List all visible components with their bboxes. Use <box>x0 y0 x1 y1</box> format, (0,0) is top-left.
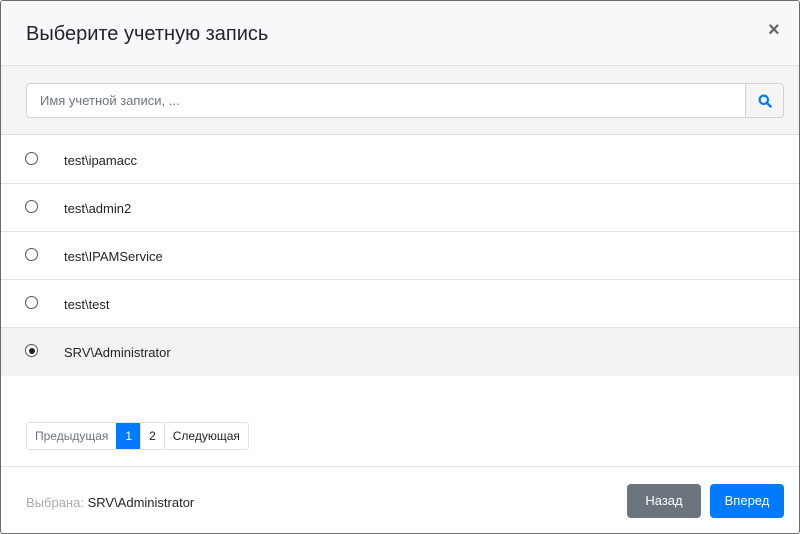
radio-button[interactable] <box>25 248 38 261</box>
search-input[interactable] <box>26 83 746 118</box>
radio-button[interactable] <box>25 296 38 309</box>
account-list: test\ipamacc test\admin2 test\IPAMServic… <box>1 136 799 376</box>
search-bar <box>1 66 799 135</box>
search-button[interactable] <box>745 83 784 118</box>
radio-button[interactable] <box>25 200 38 213</box>
account-label: test\admin2 <box>64 201 132 216</box>
account-row-selected[interactable]: SRV\Administrator <box>1 328 799 376</box>
radio-button[interactable] <box>25 152 38 165</box>
account-label: test\ipamacc <box>64 153 137 168</box>
back-button[interactable]: Назад <box>627 484 701 518</box>
account-row[interactable]: test\admin2 <box>1 184 799 232</box>
pagination: Предыдущая 1 2 Следующая <box>26 422 249 450</box>
account-row[interactable]: test\ipamacc <box>1 136 799 184</box>
pagination-page-1[interactable]: 1 <box>116 423 141 449</box>
selected-label: Выбрана: <box>26 495 84 510</box>
dialog-header: Выберите учетную запись × <box>1 1 799 66</box>
account-label: test\IPAMService <box>64 249 163 264</box>
dialog-title: Выберите учетную запись <box>26 23 269 45</box>
search-icon <box>758 94 772 108</box>
pagination-prev[interactable]: Предыдущая <box>27 423 116 449</box>
pagination-next[interactable]: Следующая <box>163 423 248 449</box>
selected-value: SRV\Administrator <box>87 495 195 510</box>
radio-button-checked[interactable] <box>25 344 38 357</box>
close-icon[interactable]: × <box>768 19 780 42</box>
account-select-dialog: Выберите учетную запись × test\ipamacc t… <box>0 0 800 534</box>
pagination-page-2[interactable]: 2 <box>140 423 164 449</box>
forward-button[interactable]: Вперед <box>710 484 784 518</box>
account-label: test\test <box>64 297 110 312</box>
dialog-footer: Выбрана: SRV\Administrator Назад Вперед <box>1 466 799 533</box>
account-row[interactable]: test\test <box>1 280 799 328</box>
selected-info: Выбрана: SRV\Administrator <box>26 495 194 510</box>
account-row[interactable]: test\IPAMService <box>1 232 799 280</box>
account-label: SRV\Administrator <box>64 345 171 360</box>
